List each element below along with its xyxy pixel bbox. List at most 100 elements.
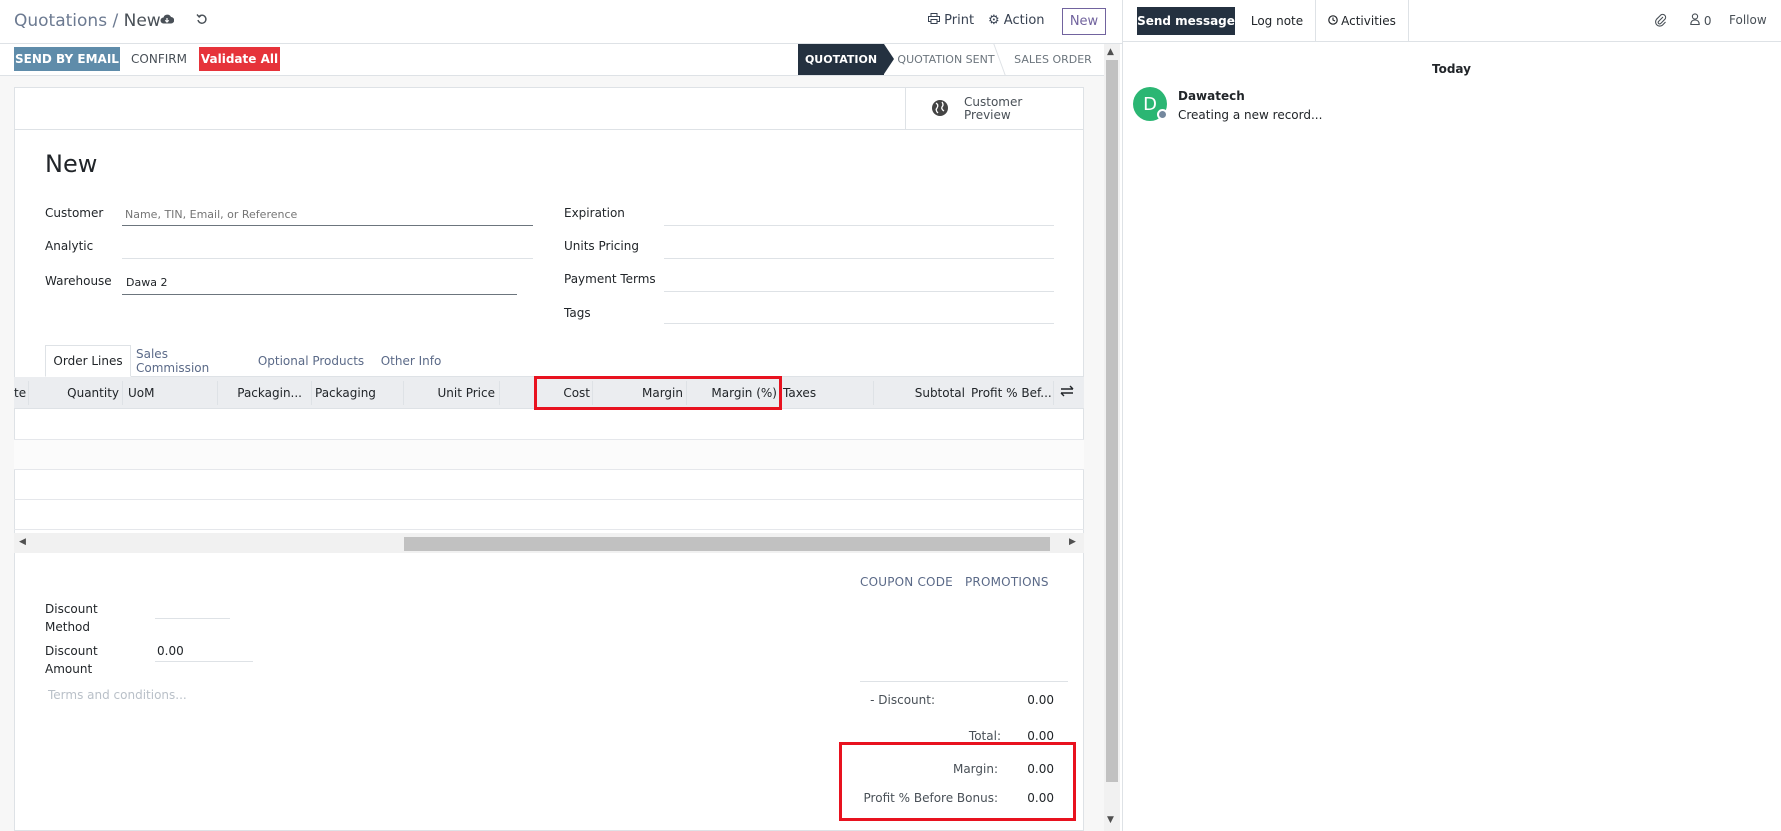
discount-method-input[interactable] <box>155 600 230 618</box>
tab-order-lines[interactable]: Order Lines <box>45 345 131 377</box>
expiration-label: Expiration <box>564 206 625 220</box>
table-row <box>14 500 1084 530</box>
col-separator <box>499 381 500 405</box>
discount-amount-underline <box>155 661 253 662</box>
breadcrumb: Quotations / New <box>14 11 161 31</box>
send-message-button[interactable]: Send message <box>1137 7 1235 35</box>
followers-icon <box>1690 13 1704 28</box>
presence-indicator <box>1157 109 1168 120</box>
log-note-button[interactable]: Log note <box>1239 7 1315 35</box>
new-button[interactable]: New <box>1062 8 1106 35</box>
analytic-input[interactable] <box>122 236 533 256</box>
discount-method-underline <box>155 618 230 619</box>
expiration-input[interactable] <box>664 204 1054 224</box>
highlight-margin-totals <box>839 742 1076 821</box>
col-separator <box>217 381 218 405</box>
followers-button[interactable]: 0 <box>1690 13 1711 28</box>
discount-amount-input[interactable]: 0.00 <box>157 644 252 662</box>
payment-terms-underline <box>664 291 1054 292</box>
discount-total-value: 0.00 <box>1027 693 1054 707</box>
stage-quotation[interactable]: QUOTATION <box>798 44 884 75</box>
units-pricing-underline <box>664 258 1054 259</box>
breadcrumb-current: New <box>123 11 161 31</box>
customer-label: Customer <box>45 206 104 220</box>
gear-icon: ⚙ <box>988 13 1000 28</box>
tags-underline <box>664 323 1054 324</box>
breadcrumb-parent[interactable]: Quotations <box>14 11 107 31</box>
col-header[interactable]: te <box>14 377 28 409</box>
total-label: Total: <box>968 729 1001 743</box>
highlight-margin-columns <box>534 376 782 410</box>
scroll-right-arrow[interactable]: ▶ <box>1069 537 1076 547</box>
units-pricing-input[interactable] <box>664 236 1054 256</box>
record-title: New <box>45 150 98 178</box>
promotions-button[interactable]: PROMOTIONS <box>965 575 1049 589</box>
payment-terms-input[interactable] <box>664 270 1054 290</box>
discount-total-label: - Discount: <box>870 693 935 707</box>
breadcrumb-separator: / <box>112 11 119 31</box>
col-packaging-qty[interactable]: Packagin... <box>220 377 302 409</box>
stage-arrow <box>884 44 894 74</box>
stage-sales-order[interactable]: SALES ORDER <box>1006 44 1100 75</box>
print-button[interactable]: Print <box>928 13 974 28</box>
discount-method-label: Discount Method <box>45 602 98 634</box>
customer-input[interactable] <box>122 204 533 224</box>
clock-icon <box>1328 14 1338 28</box>
col-uom[interactable]: UoM <box>128 377 218 409</box>
col-separator <box>1053 381 1054 405</box>
chatter-panel <box>1122 0 1781 831</box>
tags-label: Tags <box>564 306 591 320</box>
col-subtotal[interactable]: Subtotal <box>876 377 965 409</box>
col-unit-price[interactable]: Unit Price <box>406 377 495 409</box>
tab-sales-commission[interactable]: Sales Commission <box>136 345 244 377</box>
payment-terms-label: Payment Terms <box>564 272 656 286</box>
customer-preview-label: Customer Preview <box>964 94 1023 122</box>
warehouse-input[interactable]: Dawa 2 <box>126 276 516 294</box>
discard-icon[interactable] <box>193 13 211 29</box>
confirm-button[interactable]: CONFIRM <box>124 47 194 71</box>
scroll-up-arrow[interactable]: ▲ <box>1107 47 1114 57</box>
customer-preview-button[interactable]: Customer Preview <box>905 88 1083 129</box>
customer-underline <box>122 225 533 226</box>
table-row <box>14 470 1084 500</box>
send-by-email-button[interactable]: SEND BY EMAIL <box>14 47 120 71</box>
col-taxes[interactable]: Taxes <box>783 377 873 409</box>
total-value: 0.00 <box>1027 729 1054 743</box>
tags-input[interactable] <box>664 304 1054 324</box>
activities-button[interactable]: Activities <box>1315 0 1409 42</box>
col-quantity[interactable]: Quantity <box>30 377 119 409</box>
validate-all-button[interactable]: Validate All <box>199 47 280 71</box>
action-button[interactable]: ⚙ Action <box>988 13 1045 28</box>
analytic-underline <box>122 258 533 259</box>
col-separator <box>873 381 874 405</box>
message-author[interactable]: Dawatech <box>1178 89 1245 103</box>
col-separator <box>311 381 312 405</box>
vertical-scroll-thumb[interactable] <box>1106 60 1118 782</box>
col-separator <box>28 381 29 405</box>
col-profit-before-bonus[interactable]: Profit % Bef... <box>971 377 1051 409</box>
tab-optional-products[interactable]: Optional Products <box>256 345 366 377</box>
action-label: Action <box>1003 13 1045 28</box>
units-pricing-label: Units Pricing <box>564 239 639 253</box>
column-settings-icon[interactable] <box>1058 385 1076 401</box>
date-separator: Today <box>1432 62 1471 76</box>
coupon-code-button[interactable]: COUPON CODE <box>860 575 953 589</box>
cloud-save-icon[interactable] <box>158 13 176 29</box>
analytic-label: Analytic <box>45 239 94 253</box>
paperclip-icon[interactable] <box>1655 13 1667 31</box>
horizontal-scroll-thumb[interactable] <box>404 537 1050 551</box>
terms-and-conditions[interactable]: Terms and conditions... <box>48 688 187 702</box>
totals-divider <box>860 681 1068 682</box>
followers-count: 0 <box>1703 14 1712 28</box>
tab-other-info[interactable]: Other Info <box>376 345 446 377</box>
table-row <box>14 440 1084 470</box>
scroll-down-arrow[interactable]: ▼ <box>1107 815 1114 825</box>
scroll-left-arrow[interactable]: ◀ <box>19 537 26 547</box>
col-packaging[interactable]: Packaging <box>315 377 405 409</box>
print-icon <box>928 13 944 28</box>
activities-label: Activities <box>1341 14 1396 28</box>
follow-button[interactable]: Follow <box>1729 13 1767 27</box>
stage-quotation-sent[interactable]: QUOTATION SENT <box>896 44 996 75</box>
globe-icon <box>930 99 950 119</box>
discount-amount-label: Discount Amount <box>45 644 98 676</box>
